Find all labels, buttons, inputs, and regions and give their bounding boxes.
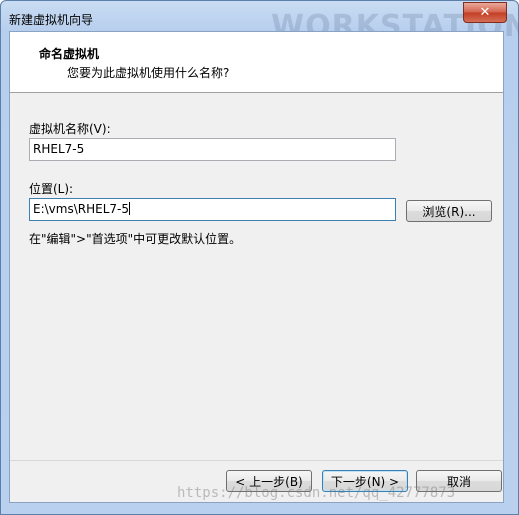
new-vm-wizard-window: 新建虚拟机向导 WORKSTATION ✕ 命名虚拟机 您要为此虚拟机使用什么名… — [0, 0, 519, 515]
location-value: E:\vms\RHEL7-5 — [33, 202, 129, 216]
page-subtitle: 您要为此虚拟机使用什么名称? — [67, 66, 230, 80]
location-label: 位置(L): — [29, 182, 74, 196]
vm-name-label: 虚拟机名称(V): — [29, 122, 111, 136]
location-input[interactable]: E:\vms\RHEL7-5 — [29, 198, 396, 221]
close-icon: ✕ — [479, 5, 491, 20]
browse-button-label: 浏览(R)... — [422, 204, 476, 219]
location-hint: 在"编辑">"首选项"中可更改默认位置。 — [29, 232, 242, 246]
wizard-body: 命名虚拟机 您要为此虚拟机使用什么名称? 虚拟机名称(V): RHEL7-5 位… — [9, 31, 504, 503]
title-bar[interactable]: 新建虚拟机向导 WORKSTATION ✕ — [1, 1, 519, 44]
url-watermark: https://blog.csdn.net/qq_42777873 — [177, 485, 456, 501]
vm-name-input[interactable]: RHEL7-5 — [29, 138, 396, 161]
vm-name-value: RHEL7-5 — [33, 142, 85, 156]
wizard-header: 命名虚拟机 您要为此虚拟机使用什么名称? — [10, 32, 503, 93]
text-caret — [128, 202, 130, 215]
footer-divider — [10, 460, 503, 461]
window-title: 新建虚拟机向导 — [9, 13, 94, 27]
page-title: 命名虚拟机 — [39, 47, 100, 61]
browse-button[interactable]: 浏览(R)... — [406, 200, 492, 222]
close-button[interactable]: ✕ — [463, 2, 507, 23]
